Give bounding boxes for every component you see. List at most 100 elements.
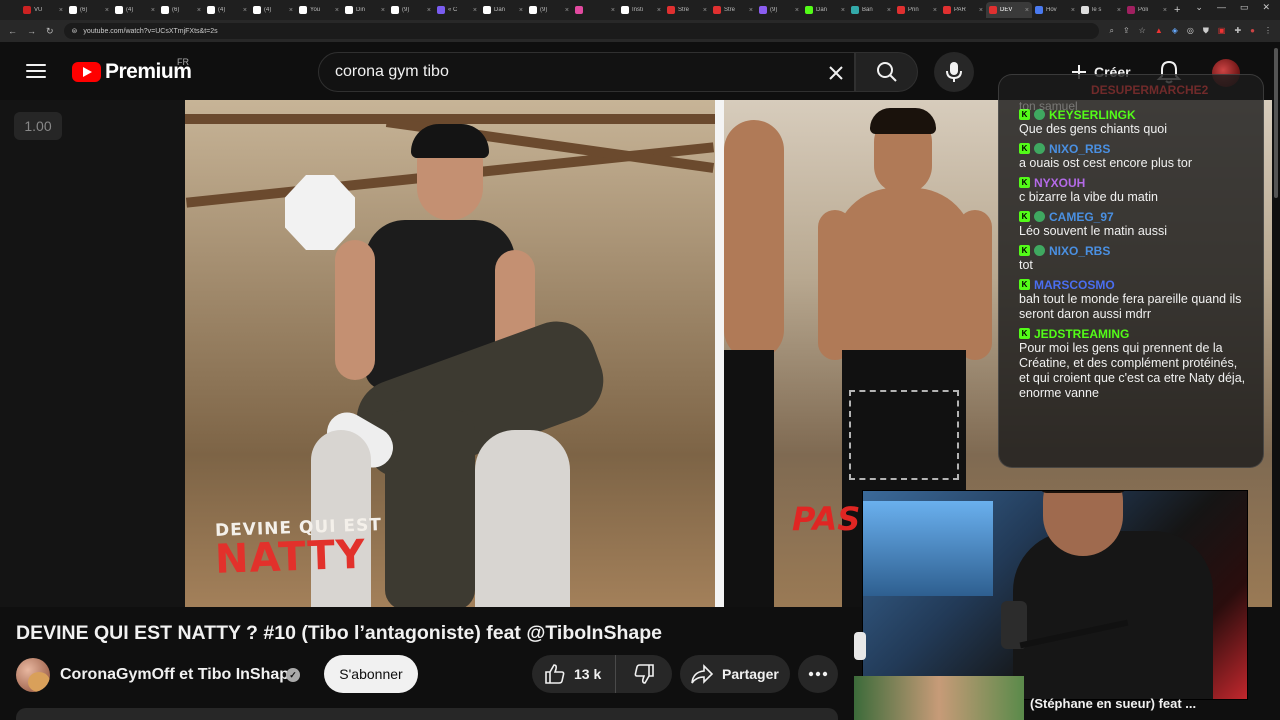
browser-tab[interactable]: (4) × bbox=[112, 2, 158, 18]
tab-favicon-icon bbox=[575, 6, 583, 14]
browser-tab[interactable]: PAR × bbox=[940, 2, 986, 18]
browser-tab[interactable]: Hov × bbox=[1032, 2, 1078, 18]
forward-icon[interactable]: → bbox=[27, 26, 36, 36]
tab-close-icon[interactable]: × bbox=[933, 7, 937, 14]
verified-check-icon: ✓ bbox=[286, 668, 300, 682]
extension-icon[interactable]: ◎ bbox=[1187, 26, 1194, 36]
tab-close-icon[interactable]: × bbox=[381, 7, 385, 14]
url-bar[interactable]: ⊜ youtube.com/watch?v=UCsXTmjFXts&t=2s bbox=[63, 23, 1100, 39]
browser-tab[interactable]: (9) × bbox=[756, 2, 802, 18]
browser-tab[interactable]: DEV × bbox=[986, 2, 1032, 18]
browser-tab[interactable]: Dan × bbox=[480, 2, 526, 18]
sidebar-chip[interactable] bbox=[854, 632, 866, 660]
search-button[interactable] bbox=[855, 52, 918, 92]
profile-icon[interactable]: ● bbox=[1250, 26, 1255, 36]
tab-close-icon[interactable]: × bbox=[841, 7, 845, 14]
browser-tab[interactable]: (6) × bbox=[158, 2, 204, 18]
extension-icon[interactable]: ⛊ bbox=[1203, 26, 1209, 36]
browser-tab[interactable]: (9) × bbox=[388, 2, 434, 18]
browser-tab[interactable]: Din × bbox=[342, 2, 388, 18]
extension-icon[interactable]: ◈ bbox=[1172, 26, 1178, 36]
tab-close-icon[interactable]: × bbox=[979, 7, 983, 14]
description-box[interactable] bbox=[16, 708, 838, 720]
tab-close-icon[interactable]: × bbox=[473, 7, 477, 14]
tab-close-icon[interactable]: × bbox=[197, 7, 201, 14]
browser-tab[interactable]: (6) × bbox=[66, 2, 112, 18]
browser-tab[interactable]: (9) × bbox=[526, 2, 572, 18]
clear-search-icon[interactable] bbox=[824, 61, 848, 85]
browser-tab[interactable]: (4) × bbox=[204, 2, 250, 18]
tab-close-icon[interactable]: × bbox=[1163, 7, 1167, 14]
tab-close-icon[interactable]: × bbox=[335, 7, 339, 14]
back-icon[interactable]: ← bbox=[8, 26, 17, 36]
bookmark-star-icon[interactable]: ☆ bbox=[1139, 26, 1146, 36]
zoom-icon[interactable]: ⌕ bbox=[1109, 26, 1113, 36]
search-input[interactable] bbox=[335, 63, 854, 81]
maximize-button[interactable]: ▭ bbox=[1240, 2, 1249, 13]
chat-message-header: K JEDSTREAMING bbox=[1019, 326, 1249, 341]
youtube-premium-logo[interactable]: Premium bbox=[72, 60, 192, 84]
site-info-icon[interactable]: ⊜ bbox=[72, 27, 78, 35]
voice-search-button[interactable] bbox=[934, 52, 974, 92]
browser-tab[interactable]: « C × bbox=[434, 2, 480, 18]
close-window-button[interactable]: ✕ bbox=[1262, 2, 1270, 13]
browser-tab[interactable]: Dan × bbox=[802, 2, 848, 18]
related-video-thumbnail[interactable] bbox=[854, 676, 1024, 720]
tab-close-icon[interactable]: × bbox=[243, 7, 247, 14]
tab-close-icon[interactable]: × bbox=[289, 7, 293, 14]
browser-tab[interactable]: Poli × bbox=[1124, 2, 1170, 18]
tab-close-icon[interactable]: × bbox=[565, 7, 569, 14]
search-box[interactable] bbox=[318, 52, 855, 92]
extension-icon[interactable]: ▲ bbox=[1155, 26, 1163, 36]
browser-tab[interactable]: Stre × bbox=[664, 2, 710, 18]
browser-tab[interactable]: Prin × bbox=[894, 2, 940, 18]
share-page-icon[interactable]: ⇪ bbox=[1123, 26, 1130, 36]
tab-search-icon[interactable]: ⌄ bbox=[1195, 2, 1203, 13]
microphone-icon bbox=[946, 62, 962, 82]
tab-favicon-icon bbox=[161, 6, 169, 14]
share-button[interactable]: Partager bbox=[680, 655, 790, 693]
browser-tab[interactable]: le s × bbox=[1078, 2, 1124, 18]
browser-tab[interactable]: Ban × bbox=[848, 2, 894, 18]
extension-icon[interactable]: ▣ bbox=[1218, 26, 1226, 36]
tab-close-icon[interactable]: × bbox=[749, 7, 753, 14]
related-video-title[interactable]: (Stéphane en sueur) feat ... bbox=[1030, 696, 1250, 711]
chat-text: a ouais ost cest encore plus tor bbox=[1019, 156, 1193, 170]
channel-name[interactable]: CoronaGymOff et Tibo InShape bbox=[60, 666, 298, 684]
tab-close-icon[interactable]: × bbox=[1117, 7, 1121, 14]
tab-close-icon[interactable]: × bbox=[795, 7, 799, 14]
tab-close-icon[interactable]: × bbox=[1025, 7, 1029, 14]
subscribe-button[interactable]: S'abonner bbox=[324, 655, 418, 693]
browser-tab[interactable]: Insti × bbox=[618, 2, 664, 18]
browser-tab[interactable]: VU × bbox=[20, 2, 66, 18]
browser-tab[interactable]: × bbox=[572, 2, 618, 18]
like-button[interactable]: 13 k bbox=[532, 655, 616, 693]
more-actions-button[interactable] bbox=[798, 655, 838, 693]
tab-close-icon[interactable]: × bbox=[519, 7, 523, 14]
menu-kebab-icon[interactable]: ⋮ bbox=[1264, 26, 1272, 36]
dislike-button[interactable] bbox=[616, 655, 672, 693]
tab-close-icon[interactable]: × bbox=[151, 7, 155, 14]
tab-close-icon[interactable]: × bbox=[611, 7, 615, 14]
tab-close-icon[interactable]: × bbox=[105, 7, 109, 14]
tab-close-icon[interactable]: × bbox=[887, 7, 891, 14]
browser-tab[interactable]: (4) × bbox=[250, 2, 296, 18]
extensions-puzzle-icon[interactable]: ✚ bbox=[1234, 26, 1241, 36]
new-tab-button[interactable]: + bbox=[1174, 4, 1180, 16]
reload-icon[interactable]: ↻ bbox=[46, 26, 54, 37]
tab-close-icon[interactable]: × bbox=[703, 7, 707, 14]
tab-close-icon[interactable]: × bbox=[59, 7, 63, 14]
ceiling-beam bbox=[185, 114, 715, 124]
chat-prev-text: ton samuel bbox=[1019, 99, 1078, 113]
minimize-button[interactable]: — bbox=[1217, 2, 1226, 13]
kick-badge-icon: K bbox=[1019, 143, 1030, 154]
tab-close-icon[interactable]: × bbox=[1071, 7, 1075, 14]
page-scrollbar-thumb[interactable] bbox=[1274, 48, 1278, 198]
tab-close-icon[interactable]: × bbox=[657, 7, 661, 14]
tab-close-icon[interactable]: × bbox=[427, 7, 431, 14]
tab-label: (4) bbox=[126, 7, 134, 13]
browser-tab[interactable]: You × bbox=[296, 2, 342, 18]
guide-menu-icon[interactable] bbox=[26, 64, 46, 78]
channel-avatar[interactable] bbox=[16, 658, 50, 692]
browser-tab[interactable]: Stre × bbox=[710, 2, 756, 18]
